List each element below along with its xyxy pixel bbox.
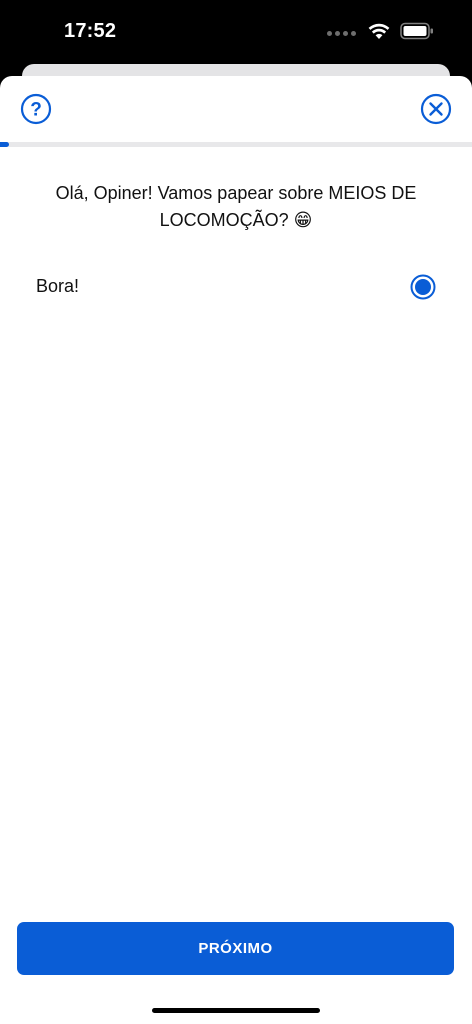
question-circle-icon: ? bbox=[20, 93, 52, 125]
status-icons bbox=[327, 22, 434, 40]
battery-icon bbox=[400, 22, 433, 40]
next-button[interactable]: PRÓXIMO bbox=[17, 922, 454, 975]
status-bar: 17:52 bbox=[0, 0, 472, 66]
option-label: Bora! bbox=[36, 276, 80, 296]
home-indicator bbox=[152, 1008, 320, 1013]
x-circle-icon bbox=[420, 93, 452, 125]
wifi-icon bbox=[368, 23, 390, 39]
survey-sheet: ? Olá, Opiner! Vamos papear sobre MEIOS … bbox=[0, 76, 472, 1024]
option-bora[interactable]: Bora! bbox=[0, 266, 472, 308]
status-time: 17:52 bbox=[64, 20, 117, 42]
radio-selected-icon[interactable] bbox=[410, 274, 436, 300]
question-text: Olá, Opiner! Vamos papear sobre MEIOS DE… bbox=[55, 183, 417, 230]
svg-text:?: ? bbox=[30, 100, 42, 121]
help-button[interactable]: ? bbox=[20, 93, 52, 125]
close-button[interactable] bbox=[420, 93, 452, 125]
progress-bar bbox=[0, 142, 472, 147]
progress-fill bbox=[0, 142, 10, 147]
signal-icon bbox=[327, 30, 356, 36]
